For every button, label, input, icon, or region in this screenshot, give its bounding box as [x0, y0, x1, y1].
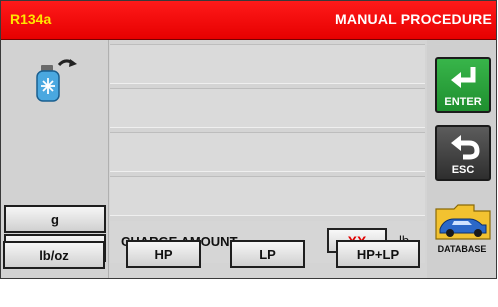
car-folder-icon[interactable]: [434, 203, 492, 241]
esc-label: ESC: [451, 164, 475, 176]
lp-button[interactable]: LP: [230, 240, 305, 268]
info-row: [110, 44, 425, 84]
database-label: DATABASE: [437, 244, 487, 254]
info-row: [110, 132, 425, 172]
unit-lboz-label: lb/oz: [39, 247, 69, 263]
enter-arrow-icon: [451, 67, 476, 88]
hp-lp-button[interactable]: HP+LP: [336, 240, 420, 268]
refrigerant-label: R134a: [10, 11, 52, 27]
lp-label: LP: [259, 246, 276, 262]
enter-button[interactable]: ENTER: [435, 57, 491, 113]
unit-g-label: g: [51, 211, 59, 227]
hp-button[interactable]: HP: [126, 240, 201, 268]
enter-label: ENTER: [444, 96, 482, 108]
back-arrow-icon: [451, 135, 480, 160]
title-bar: R134a MANUAL PROCEDURE: [1, 1, 496, 40]
info-row: [110, 176, 425, 216]
esc-button[interactable]: ESC: [435, 125, 491, 181]
unit-g-button[interactable]: g: [4, 205, 106, 233]
unit-lboz-button[interactable]: lb/oz: [3, 241, 105, 269]
refrigerant-bottle-icon: [36, 59, 77, 102]
app-window: R134a MANUAL PROCEDURE g lb CHARGE AMOUN…: [0, 0, 497, 279]
hp-lp-label: HP+LP: [356, 246, 400, 262]
info-row: [110, 88, 425, 128]
page-title: MANUAL PROCEDURE: [335, 11, 492, 27]
hp-label: HP: [154, 246, 173, 262]
